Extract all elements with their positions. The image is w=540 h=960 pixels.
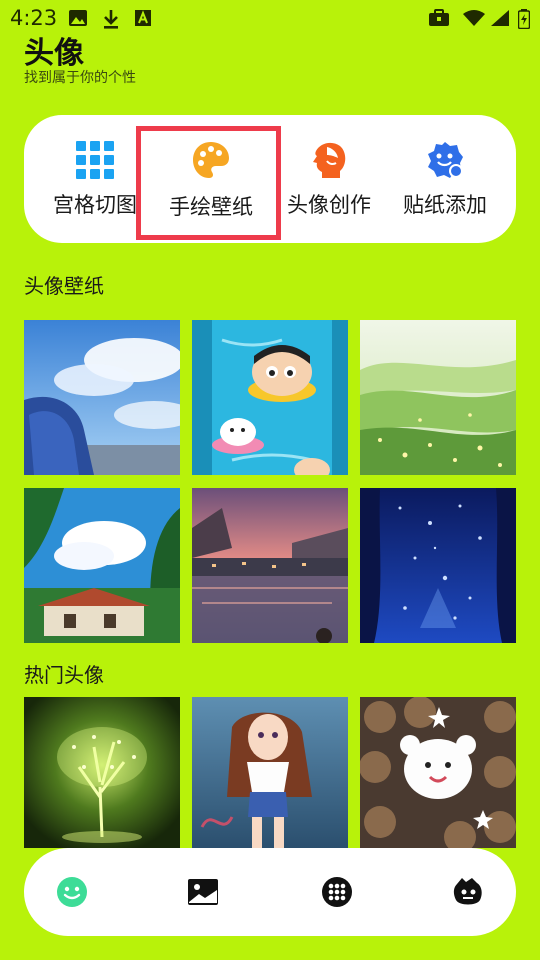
- tool-label: 头像创作: [287, 193, 371, 217]
- avatar-thumb-glowing-tree[interactable]: [24, 697, 180, 848]
- briefcase-icon: [429, 9, 449, 26]
- section-title-hot-avatars: 热门头像: [24, 663, 104, 687]
- tool-label: 贴纸添加: [403, 193, 487, 217]
- battery-icon: [518, 9, 530, 29]
- avatar-thumb-anime-girl-underwater[interactable]: [192, 697, 348, 848]
- image-icon: [69, 10, 87, 26]
- wallpaper-thumb-starry-night-curtain[interactable]: [360, 488, 516, 643]
- monster-icon[interactable]: [452, 876, 484, 908]
- status-time: 4:23: [10, 6, 58, 30]
- wallpaper-thumb-crayon-shin-chan-pool[interactable]: [192, 320, 348, 475]
- gallery-icon[interactable]: [187, 876, 219, 908]
- face-profile-icon: [313, 142, 346, 178]
- apps-grid-icon[interactable]: [321, 876, 353, 908]
- download-icon: [104, 10, 118, 29]
- signal-icon: [491, 10, 509, 26]
- avatar-thumb-white-dog-crowd[interactable]: [360, 697, 516, 848]
- wallpaper-thumb-sunset-lake-village[interactable]: [192, 488, 348, 643]
- smile-icon[interactable]: [56, 876, 88, 908]
- tool-sticker-add[interactable]: 贴纸添加: [386, 115, 504, 243]
- wallpaper-thumb-anime-girl-sky[interactable]: [24, 320, 180, 475]
- page-subtitle: 找到属于你的个性: [24, 70, 136, 86]
- bottom-nav: [24, 848, 516, 936]
- section-title-wallpapers: 头像壁纸: [24, 274, 104, 298]
- tool-avatar-creation[interactable]: 头像创作: [270, 115, 388, 243]
- wallpaper-thumb-green-hills-meadow[interactable]: [360, 320, 516, 475]
- sticker-icon: [428, 142, 463, 178]
- a-icon: [135, 10, 151, 26]
- wifi-icon: [463, 10, 485, 26]
- wallpaper-thumb-summer-house-clouds[interactable]: [24, 488, 180, 643]
- page-title: 头像: [24, 36, 84, 71]
- selection-highlight: [136, 126, 281, 240]
- grid-icon: [76, 141, 114, 179]
